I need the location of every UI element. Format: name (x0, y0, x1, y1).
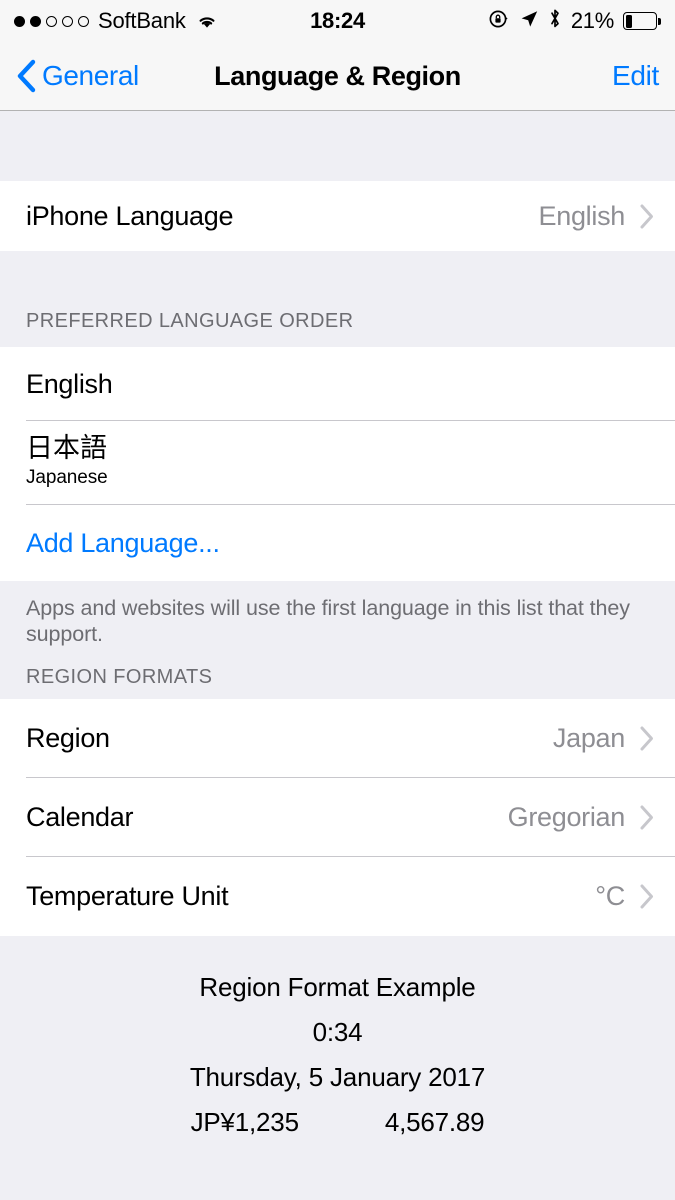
carrier-name: SoftBank (98, 8, 186, 33)
add-language-button[interactable]: Add Language... (0, 505, 675, 581)
back-button-general[interactable]: General (16, 59, 139, 93)
chevron-right-icon (639, 883, 655, 910)
language-name: 日本語 (26, 433, 107, 464)
battery-percent-label: 21% (570, 8, 614, 33)
status-bar: SoftBank 18:24 21% (0, 0, 675, 42)
example-time: 0:34 (312, 1017, 363, 1048)
status-bar-left: SoftBank (14, 8, 219, 34)
chevron-right-icon (639, 203, 655, 230)
row-value: Gregorian (507, 802, 626, 833)
wifi-icon (195, 12, 219, 30)
language-name-english: Japanese (26, 467, 108, 489)
add-language-label: Add Language... (26, 527, 220, 558)
example-number-row: JP¥1,235 4,567.89 (0, 1107, 675, 1138)
iphone-language-group: iPhone Language English (0, 181, 675, 251)
row-accessory: Gregorian (508, 802, 655, 833)
example-date: Thursday, 5 January 2017 (189, 1062, 486, 1093)
battery-icon (623, 12, 661, 30)
section-footer-preferred-language-order: Apps and websites will use the first lan… (0, 581, 675, 648)
row-value: Japan (552, 723, 625, 754)
language-name: English (26, 368, 113, 399)
section-header-region-formats: REGION FORMATS (0, 647, 675, 700)
row-region[interactable]: Region Japan (0, 699, 675, 779)
row-temperature-unit[interactable]: Temperature Unit °C (0, 857, 675, 937)
row-accessory: Japan (553, 723, 655, 754)
iphone-settings-screen: SoftBank 18:24 21% General Language & Re… (0, 0, 675, 1200)
spacer-top (0, 111, 675, 181)
row-value: °C (595, 881, 625, 912)
rotation-lock-icon (488, 8, 510, 35)
chevron-right-icon (639, 725, 655, 752)
list-item-language-english[interactable]: English (0, 347, 675, 421)
back-button-label: General (42, 60, 139, 91)
edit-button[interactable]: Edit (612, 60, 659, 92)
region-formats-group: Region Japan Calendar Gregorian Temperat… (0, 699, 675, 937)
status-bar-right: 21% (488, 8, 661, 35)
bluetooth-icon (548, 8, 562, 34)
row-accessory: English (539, 201, 655, 232)
list-item-language-japanese[interactable]: 日本語 Japanese (0, 421, 675, 505)
cellular-signal-dots-icon (14, 15, 89, 27)
preferred-language-group: English 日本語 Japanese Add Language... (0, 347, 675, 581)
section-header-preferred-language-order: PREFERRED LANGUAGE ORDER (0, 251, 675, 347)
chevron-left-icon (16, 59, 36, 93)
chevron-right-icon (639, 804, 655, 831)
navigation-bar: General Language & Region Edit (0, 42, 675, 111)
location-arrow-icon (519, 9, 539, 34)
row-calendar[interactable]: Calendar Gregorian (0, 778, 675, 858)
example-title: Region Format Example (199, 972, 476, 1003)
row-accessory: °C (595, 881, 655, 912)
row-value: English (538, 200, 626, 231)
region-format-example: Region Format Example 0:34 Thursday, 5 J… (0, 936, 675, 1139)
row-iphone-language[interactable]: iPhone Language English (0, 181, 675, 251)
row-label: iPhone Language (26, 200, 234, 231)
example-currency: JP¥1,235 (190, 1107, 299, 1138)
row-label: Temperature Unit (26, 881, 229, 912)
row-label: Calendar (26, 802, 134, 833)
row-label: Region (26, 723, 110, 754)
example-number: 4,567.89 (384, 1107, 485, 1138)
